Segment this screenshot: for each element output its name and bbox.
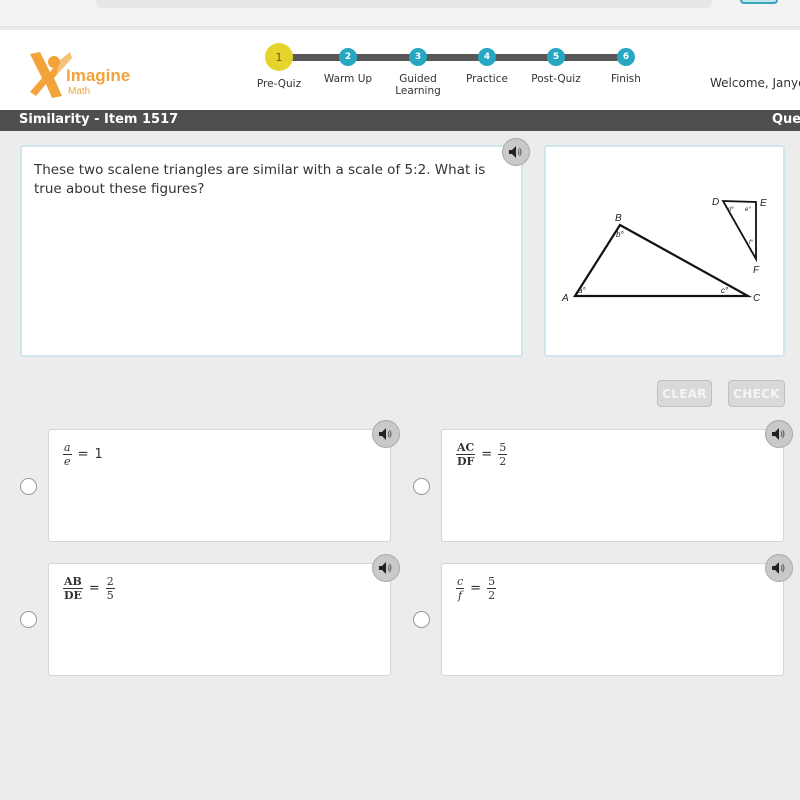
speaker-icon (379, 428, 392, 440)
fraction: AC DF (456, 441, 476, 468)
denominator: 5 (106, 589, 114, 602)
clear-button[interactable]: CLEAR (657, 380, 712, 407)
equals-sign: = (470, 581, 482, 596)
vertex-label-b: B (615, 213, 622, 224)
denominator: DE (63, 589, 82, 602)
denominator: DF (456, 455, 475, 468)
step-label: Post-Quiz (531, 73, 581, 85)
choice-1-audio-button[interactable] (372, 420, 400, 448)
angle-label-e: e° (745, 207, 751, 213)
progress-track (280, 54, 626, 61)
angle-label-d: d° (728, 207, 734, 213)
app-header: Imagine Math 1 Pre-Quiz 2 Warm Up 3 Guid… (0, 30, 800, 110)
angle-label-c: c° (721, 286, 729, 295)
choice-3-audio-button[interactable] (372, 554, 400, 582)
browser-toolbar (0, 0, 800, 28)
choice-3-radio[interactable] (20, 611, 37, 628)
denominator: 2 (499, 455, 507, 468)
browser-button[interactable] (740, 0, 778, 4)
item-titlebar: Similarity - Item 1517 Que (0, 110, 800, 131)
step-label: Finish (611, 73, 641, 85)
step-number: 4 (478, 48, 496, 66)
numerator: c (456, 575, 465, 589)
choice-4-radio[interactable] (413, 611, 430, 628)
check-button[interactable]: CHECK (728, 380, 785, 407)
vertex-label-c: C (753, 293, 761, 304)
choice-2-expression: AC DF = 5 2 (456, 441, 508, 468)
step-label: Practice (466, 73, 508, 85)
denominator: e (64, 455, 71, 468)
welcome-message: Welcome, Janye (710, 76, 800, 90)
vertex-label-a: A (561, 293, 569, 304)
figure-panel: A B C a° b° c° D E F d° e° f° (544, 145, 785, 357)
question-panel: These two scalene triangles are similar … (20, 145, 523, 357)
angle-label-a: a° (578, 286, 586, 295)
vertex-label-e: E (760, 198, 767, 209)
step-label: Pre-Quiz (256, 78, 302, 90)
fraction: c f (456, 575, 465, 602)
step-label: Warm Up (323, 73, 373, 85)
angle-label-f: f° (749, 240, 754, 246)
question-counter-label: Que (772, 112, 800, 127)
speaker-icon (772, 428, 785, 440)
rhs-fraction: 2 5 (105, 575, 115, 602)
question-audio-button[interactable] (502, 138, 530, 166)
angle-label-b: b° (616, 230, 624, 239)
numerator: 2 (105, 575, 115, 589)
denominator: f (458, 589, 463, 602)
choice-4-audio-button[interactable] (765, 554, 793, 582)
choice-4-expression: c f = 5 2 (456, 575, 497, 602)
speaker-icon (772, 562, 785, 574)
step-number: 2 (339, 48, 357, 66)
choice-1-expression: a e = 1 (63, 442, 103, 467)
similar-triangles-figure: A B C a° b° c° D E F d° e° f° (561, 197, 767, 304)
choice-1-radio[interactable] (20, 478, 37, 495)
denominator: 2 (488, 589, 496, 602)
speaker-icon (509, 146, 522, 158)
choice-2-audio-button[interactable] (765, 420, 793, 448)
numerator: a (63, 441, 72, 455)
step-number: 5 (547, 48, 565, 66)
lesson-progress: 1 Pre-Quiz 2 Warm Up 3 Guided Learning 4… (0, 30, 800, 110)
address-bar[interactable] (96, 0, 712, 8)
choice-4-card[interactable]: c f = 5 2 (441, 563, 784, 676)
step-number: 6 (617, 48, 635, 66)
rhs-fraction: 5 2 (498, 441, 508, 468)
rhs-value: 1 (94, 447, 103, 462)
rhs-fraction: 5 2 (487, 575, 497, 602)
step-number: 3 (409, 48, 427, 66)
numerator: 5 (487, 575, 497, 589)
choice-3-expression: AB DE = 2 5 (63, 576, 115, 601)
fraction: AB DE (63, 576, 83, 601)
step-label: Guided Learning (395, 73, 441, 97)
step-number: 1 (265, 43, 293, 71)
choice-2-radio[interactable] (413, 478, 430, 495)
equals-sign: = (88, 581, 100, 596)
speaker-icon (379, 562, 392, 574)
equals-sign: = (481, 447, 493, 462)
item-title: Similarity - Item 1517 (19, 112, 179, 127)
choice-1-card[interactable]: a e = 1 (48, 429, 391, 542)
fraction: a e (63, 442, 72, 467)
equals-sign: = (77, 447, 89, 462)
vertex-label-f: F (753, 265, 760, 276)
choice-2-card[interactable]: AC DF = 5 2 (441, 429, 784, 542)
numerator: 5 (498, 441, 508, 455)
question-text: These two scalene triangles are similar … (34, 162, 486, 197)
numerator: AC (456, 441, 476, 455)
choice-3-card[interactable]: AB DE = 2 5 (48, 563, 391, 676)
vertex-label-d: D (712, 197, 719, 208)
numerator: AB (63, 575, 83, 589)
